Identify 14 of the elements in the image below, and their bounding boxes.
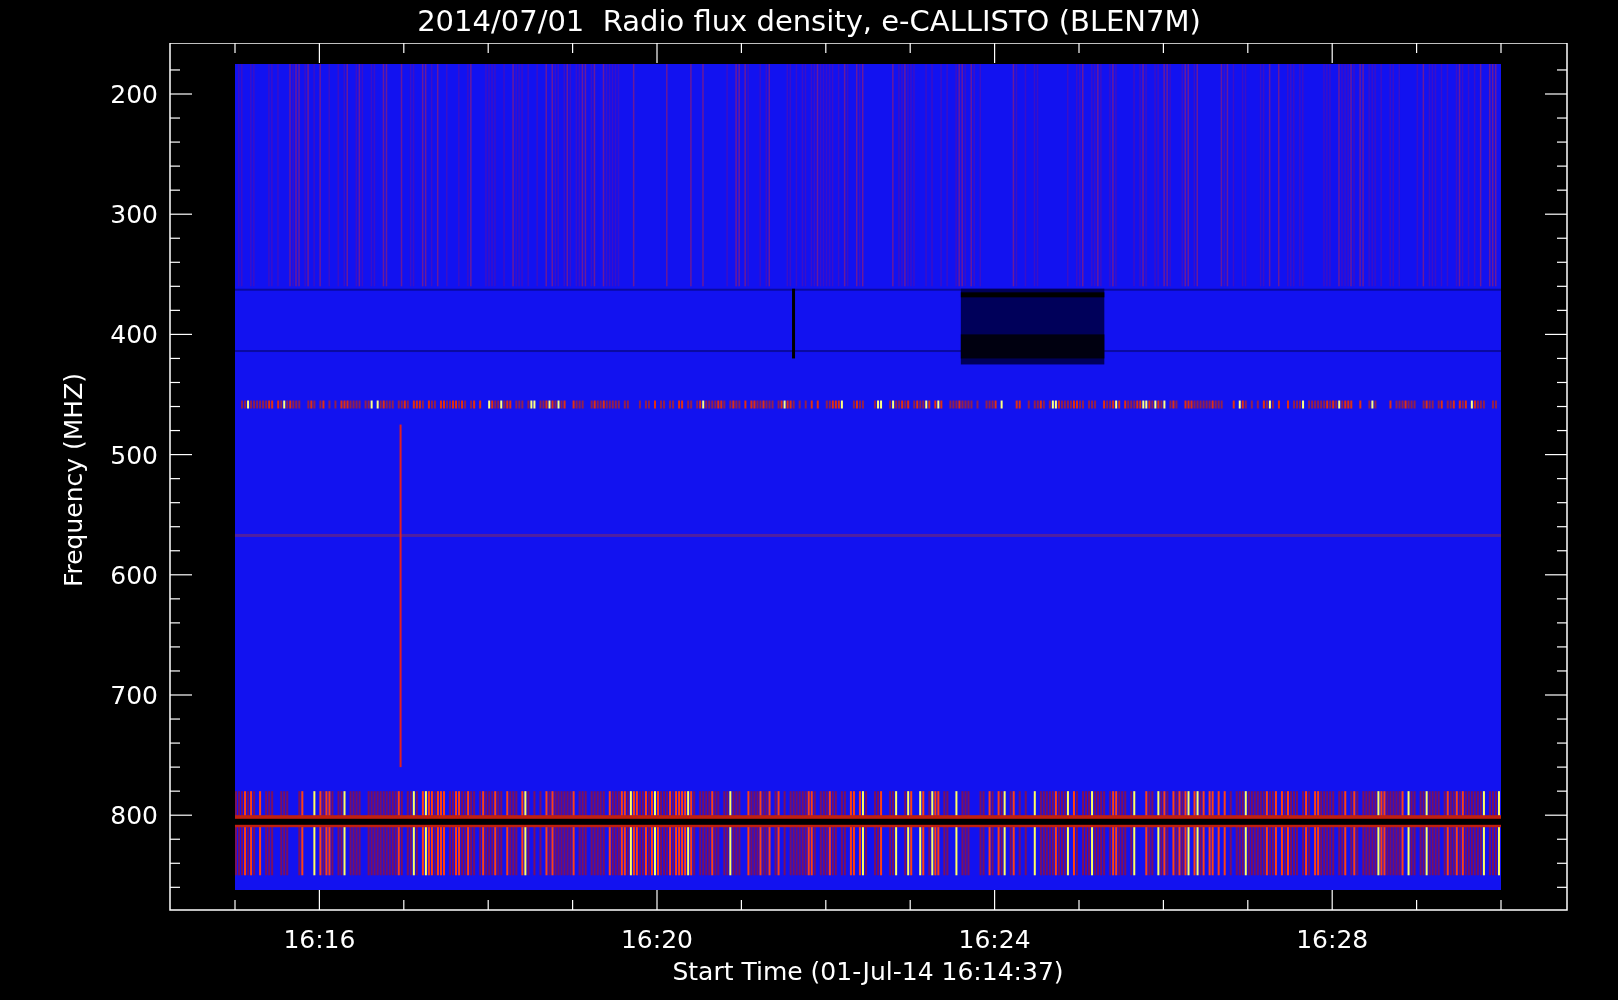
x-tick-label: 16:24 [958, 925, 1031, 954]
x-axis-label: Start Time (01-Jul-14 16:14:37) [672, 957, 1064, 986]
chart-title: 2014/07/01 Radio flux density, e-CALLISTO (BLEN7M) [417, 7, 1201, 36]
x-tick-label: 16:28 [1296, 925, 1369, 954]
y-tick-label: 800 [110, 801, 158, 831]
y-axis-label: Frequency (MHZ) [59, 372, 88, 588]
y-tick-label: 700 [110, 681, 158, 710]
y-tick-label: 400 [110, 320, 158, 350]
x-tick-label: 16:20 [621, 925, 693, 954]
y-tick-label: 300 [110, 200, 158, 230]
y-tick-label: 200 [110, 80, 158, 109]
x-tick-label: 16:16 [283, 925, 356, 954]
y-tick-label: 500 [110, 440, 158, 470]
y-tick-label: 600 [110, 560, 158, 590]
